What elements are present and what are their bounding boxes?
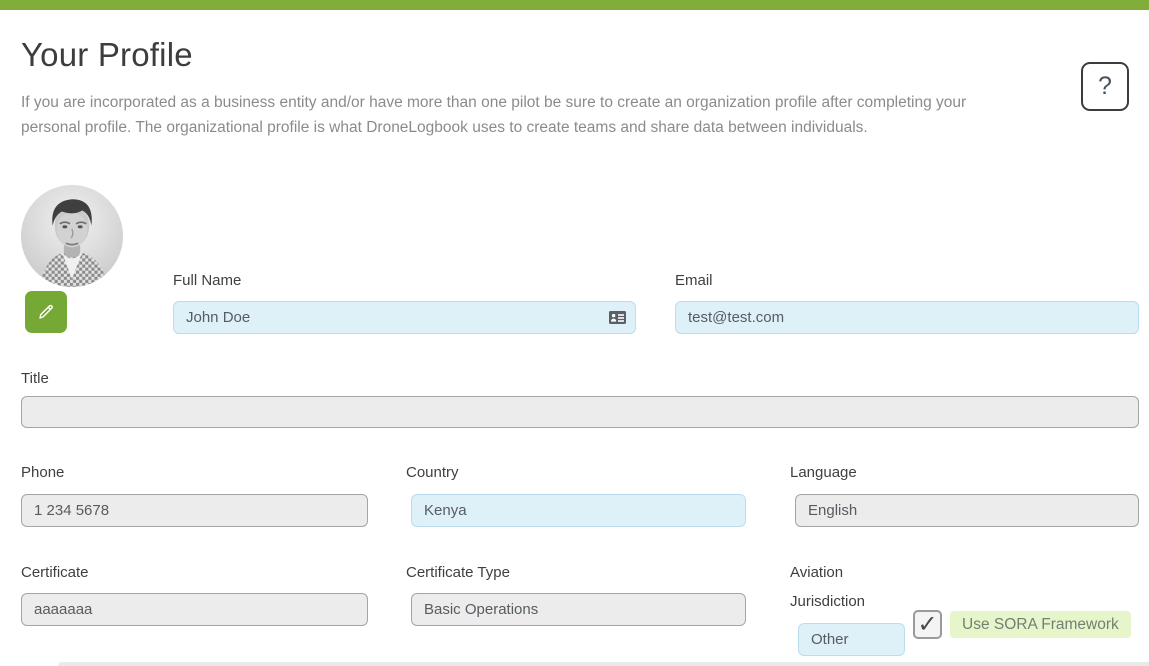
- title-input[interactable]: [21, 396, 1139, 428]
- certificate-input[interactable]: [21, 593, 368, 626]
- full-name-input[interactable]: [173, 301, 636, 334]
- avatar-portrait-image: [21, 185, 123, 287]
- top-accent-bar: [0, 0, 1149, 10]
- email-label: Email: [675, 272, 713, 289]
- edit-pencil-icon: [39, 304, 53, 319]
- question-mark-icon: ?: [1098, 72, 1112, 100]
- edit-avatar-button[interactable]: [25, 291, 67, 333]
- country-label: Country: [406, 464, 459, 481]
- email-input[interactable]: [675, 301, 1139, 334]
- aviation-jurisdiction-label: Aviation Jurisdiction: [790, 564, 866, 610]
- certificate-type-input[interactable]: [411, 593, 746, 626]
- aviation-jurisdiction-input[interactable]: [798, 623, 905, 656]
- checkbox-checkmark-icon: ✓: [917, 610, 938, 638]
- full-name-field-wrap: [173, 301, 636, 334]
- sora-framework-chip[interactable]: Use SORA Framework: [950, 611, 1131, 638]
- page-description: If you are incorporated as a business en…: [21, 94, 967, 136]
- language-input[interactable]: [795, 494, 1139, 527]
- full-name-label: Full Name: [173, 272, 242, 289]
- sora-checkbox[interactable]: ✓: [913, 610, 942, 639]
- language-label: Language: [790, 464, 857, 481]
- help-button[interactable]: ?: [1081, 62, 1129, 111]
- bottom-section-edge: [58, 662, 1149, 666]
- certificate-type-label: Certificate Type: [406, 564, 510, 581]
- sora-framework-label: Use SORA Framework: [962, 615, 1119, 633]
- phone-input[interactable]: [21, 494, 368, 527]
- country-input[interactable]: [411, 494, 746, 527]
- avatar: [21, 185, 123, 287]
- phone-label: Phone: [21, 464, 65, 481]
- certificate-label: Certificate: [21, 564, 89, 581]
- profile-page: Your Profile If you are incorporated as …: [0, 0, 1149, 666]
- page-title: Your Profile: [21, 36, 193, 73]
- title-label: Title: [21, 370, 49, 387]
